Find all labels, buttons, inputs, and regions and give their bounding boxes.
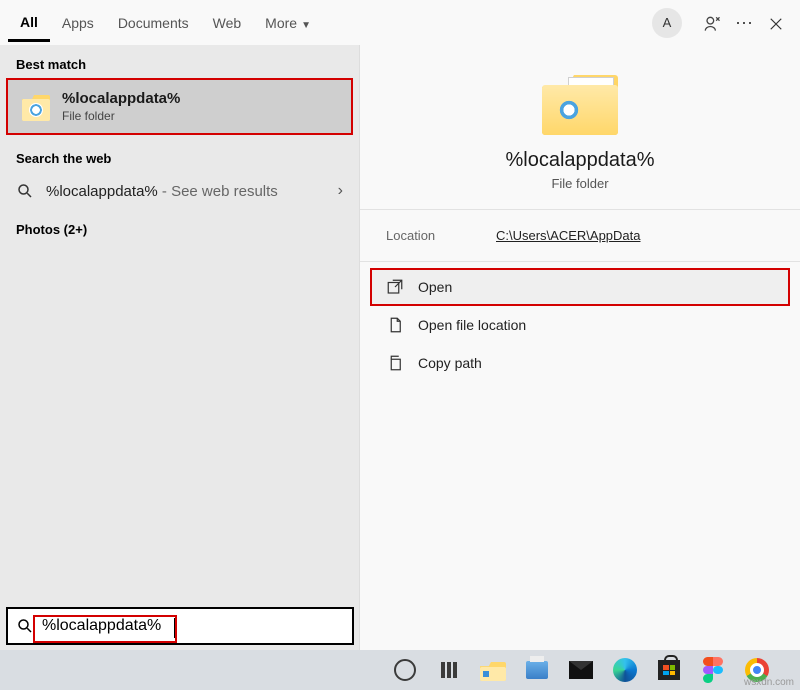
microsoft-store-icon[interactable]	[654, 655, 684, 685]
preview-subtitle: File folder	[380, 176, 780, 191]
search-web-heading: Search the web	[0, 139, 359, 172]
results-pane: Best match %localappdata% File folder Se…	[0, 45, 360, 650]
search-icon	[16, 617, 34, 635]
cortana-icon[interactable]	[390, 655, 420, 685]
preview-title: %localappdata%	[380, 149, 780, 172]
task-view-icon[interactable]	[434, 655, 464, 685]
tab-documents[interactable]: Documents	[106, 5, 201, 40]
actions-list: Open Open file location Copy path	[360, 262, 800, 388]
result-title: %localappdata%	[62, 90, 180, 107]
preview-pane: %localappdata% File folder Location C:\U…	[360, 45, 800, 650]
search-input[interactable]	[42, 617, 344, 635]
location-row: Location C:\Users\ACER\AppData	[360, 210, 800, 262]
web-hint: - See web results	[158, 183, 278, 200]
tab-apps[interactable]: Apps	[50, 5, 106, 40]
figma-icon[interactable]	[698, 655, 728, 685]
taskbar	[0, 650, 800, 690]
chevron-right-icon: ›	[338, 182, 343, 200]
copy-path-icon	[386, 354, 404, 372]
close-icon[interactable]	[760, 8, 792, 38]
action-copy-path[interactable]: Copy path	[360, 344, 800, 382]
preview-header: %localappdata% File folder	[360, 45, 800, 210]
action-open-loc-label: Open file location	[418, 317, 526, 333]
filter-tabs: All Apps Documents Web More▼ A ⋯	[0, 0, 800, 45]
action-open[interactable]: Open	[370, 268, 790, 306]
tab-all[interactable]: All	[8, 4, 50, 42]
text-caret	[174, 618, 175, 638]
edge-icon[interactable]	[610, 655, 640, 685]
location-label: Location	[386, 228, 496, 243]
tab-more[interactable]: More▼	[253, 5, 323, 40]
result-subtitle: File folder	[62, 109, 180, 123]
search-icon	[16, 182, 34, 200]
file-location-icon	[386, 316, 404, 334]
best-match-heading: Best match	[0, 45, 359, 78]
action-open-file-location[interactable]: Open file location	[360, 306, 800, 344]
photos-heading[interactable]: Photos (2+)	[0, 210, 359, 243]
search-box[interactable]	[6, 607, 354, 645]
open-icon	[386, 278, 404, 296]
main-split: Best match %localappdata% File folder Se…	[0, 45, 800, 650]
action-copy-path-label: Copy path	[418, 355, 482, 371]
windows-search-panel: All Apps Documents Web More▼ A ⋯ Best ma…	[0, 0, 800, 690]
feedback-icon[interactable]	[696, 8, 728, 38]
printer-app-icon[interactable]	[522, 655, 552, 685]
folder-settings-icon	[22, 93, 50, 121]
folder-settings-icon	[540, 71, 620, 135]
caret-down-icon: ▼	[301, 20, 311, 31]
account-avatar[interactable]: A	[652, 8, 682, 38]
more-options-icon[interactable]: ⋯	[728, 8, 760, 38]
web-result[interactable]: %localappdata% - See web results ›	[0, 172, 359, 210]
file-explorer-icon[interactable]	[478, 655, 508, 685]
mail-icon[interactable]	[566, 655, 596, 685]
best-match-result[interactable]: %localappdata% File folder	[6, 78, 353, 135]
action-open-label: Open	[418, 279, 452, 295]
tab-web[interactable]: Web	[201, 5, 254, 40]
location-value[interactable]: C:\Users\ACER\AppData	[496, 228, 641, 243]
watermark: wsxdn.com	[744, 677, 794, 688]
web-query: %localappdata%	[46, 183, 158, 200]
